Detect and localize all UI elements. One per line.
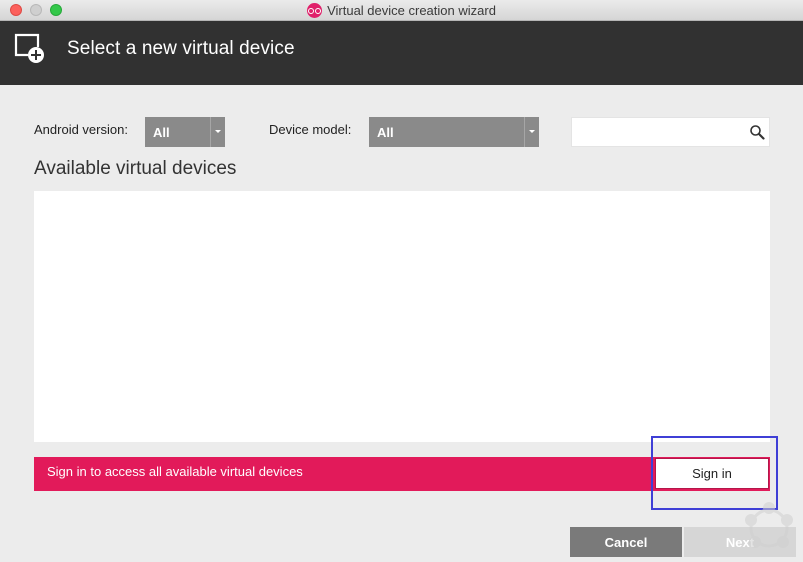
window-title-wrap: Virtual device creation wizard: [0, 0, 803, 21]
device-model-dropdown-toggle[interactable]: [524, 117, 539, 147]
chevron-down-icon: [215, 130, 221, 133]
signin-message: Sign in to access all available virtual …: [47, 464, 303, 479]
search-icon[interactable]: [749, 124, 765, 140]
page-title: Select a new virtual device: [67, 38, 295, 59]
device-model-value: All: [377, 125, 394, 140]
android-version-dropdown-toggle[interactable]: [210, 117, 225, 147]
title-bar: Virtual device creation wizard: [0, 0, 803, 21]
search-input[interactable]: [578, 124, 747, 142]
new-device-icon: [14, 33, 44, 63]
search-box[interactable]: [571, 117, 770, 147]
device-list[interactable]: [34, 191, 770, 442]
window-title: Virtual device creation wizard: [327, 3, 496, 18]
device-model-dropdown[interactable]: All: [369, 117, 539, 147]
android-version-label: Android version:: [34, 122, 128, 137]
cancel-button[interactable]: Cancel: [570, 527, 682, 557]
android-version-value: All: [153, 125, 170, 140]
highlight-box: [651, 436, 778, 510]
watermark-logo-icon: [745, 502, 793, 548]
android-version-dropdown[interactable]: All: [145, 117, 225, 147]
chevron-down-icon: [529, 130, 535, 133]
device-model-label: Device model:: [269, 122, 352, 137]
available-devices-title: Available virtual devices: [34, 158, 237, 179]
wizard-header: Select a new virtual device: [0, 21, 803, 85]
app-logo-icon: [307, 3, 323, 18]
